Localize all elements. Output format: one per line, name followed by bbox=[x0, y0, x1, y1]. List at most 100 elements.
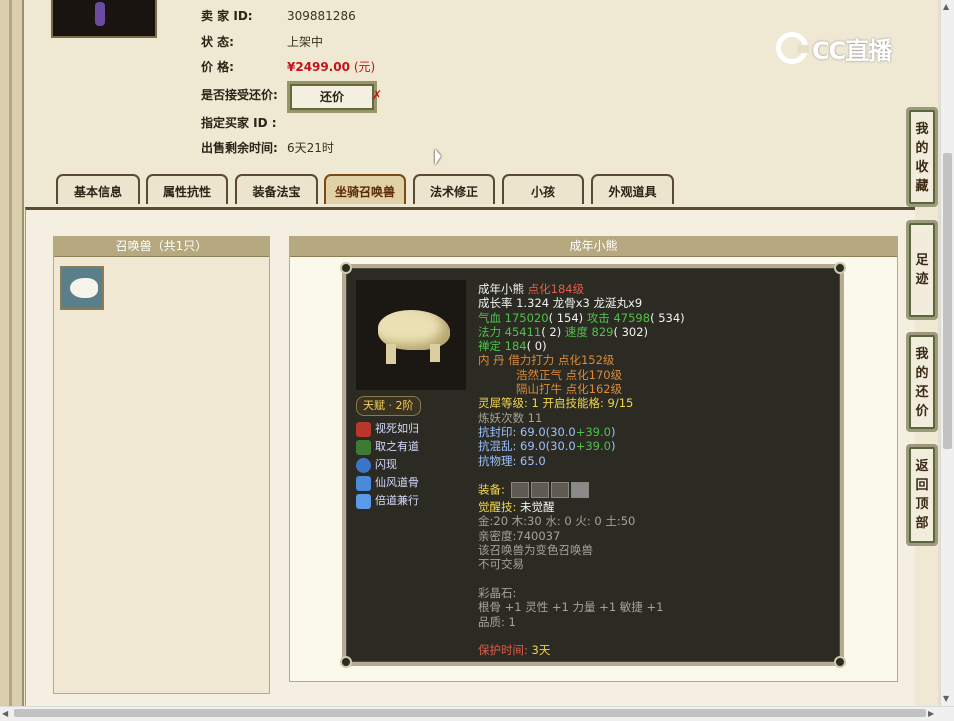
remaining-time-label: 出售剩余时间: bbox=[201, 141, 278, 155]
footprints-button[interactable]: 足迹 bbox=[906, 220, 938, 320]
gem-title: 彩晶石: bbox=[478, 585, 517, 600]
skill-name: 视死如归 bbox=[375, 422, 419, 435]
atk-value: 47598 bbox=[613, 310, 651, 325]
awaken-label: 觉醒技: bbox=[478, 500, 517, 515]
equip-slot-ornament[interactable] bbox=[570, 482, 589, 499]
tab-child[interactable]: 小孩 bbox=[502, 174, 584, 204]
card-corner-ornament bbox=[834, 656, 846, 668]
summons-list-panel: 召唤兽（共1只） bbox=[53, 236, 270, 694]
skill-name: 仙风道骨 bbox=[375, 476, 419, 489]
gem-quality: 品质: 1 bbox=[478, 614, 516, 629]
tab-equipment[interactable]: 装备法宝 bbox=[235, 174, 318, 204]
designated-buyer-row: 指定买家 ID : bbox=[201, 113, 287, 133]
resist-chaos-label: 抗混乱: bbox=[478, 439, 517, 454]
scroll-down-arrow-icon[interactable]: ▼ bbox=[943, 694, 949, 703]
spd-label: 速度 bbox=[564, 324, 588, 339]
back-to-top-button[interactable]: 返回顶部 bbox=[906, 444, 938, 546]
skill-icon bbox=[356, 421, 371, 437]
tab-basic-info[interactable]: 基本信息 bbox=[56, 174, 140, 204]
skill-item[interactable]: 取之有道 bbox=[356, 438, 419, 456]
protect-value: 3天 bbox=[531, 643, 551, 658]
tab-spell-correction[interactable]: 法术修正 bbox=[413, 174, 495, 204]
skill-name: 闪现 bbox=[375, 458, 397, 471]
remaining-time-row: 出售剩余时间: 6天21时 bbox=[201, 138, 334, 158]
neidan-label: 内 丹 bbox=[478, 353, 505, 368]
skill-item[interactable]: 倍道兼行 bbox=[356, 492, 419, 510]
price-row: 价 格: ¥2499.00 (元) bbox=[201, 57, 375, 77]
neidan-skill: 借力打力 点化152级 bbox=[508, 353, 615, 368]
character-thumbnail bbox=[51, 0, 157, 38]
cc-logo-icon bbox=[776, 32, 809, 64]
scroll-right-arrow-icon[interactable]: ▶ bbox=[928, 709, 934, 718]
pet-info-card: 天赋 · 2阶 视死如归 取之有道 闪现 仙风道骨 倍道兼行 成年小熊 点化18… bbox=[340, 262, 846, 668]
seller-id-label: 卖 家 ID: bbox=[201, 9, 253, 23]
zen-value: 184 bbox=[504, 339, 527, 354]
spd-extra: ( 302) bbox=[613, 324, 649, 339]
skill-item[interactable]: 仙风道骨 bbox=[356, 474, 419, 492]
status-value: 上架中 bbox=[287, 35, 324, 49]
status-label: 状 态: bbox=[201, 35, 234, 49]
atk-label: 攻击 bbox=[586, 310, 610, 325]
resist-physical: 抗物理: 65.0 bbox=[478, 453, 546, 468]
pet-detail-title: 成年小熊 bbox=[290, 237, 897, 257]
atk-extra: ( 534) bbox=[650, 310, 685, 325]
price-label: 价 格: bbox=[201, 60, 234, 74]
equip-slot[interactable] bbox=[530, 482, 549, 499]
zen-label: 禅定 bbox=[478, 339, 501, 354]
summons-list-title: 召唤兽（共1只） bbox=[54, 237, 269, 257]
mouse-cursor-icon bbox=[435, 149, 441, 165]
skill-icon bbox=[356, 439, 371, 455]
seller-id-value: 309881286 bbox=[287, 9, 356, 23]
cc-live-logo: CC直播 bbox=[776, 28, 892, 68]
counter-offer-row: 是否接受还价: bbox=[201, 85, 287, 105]
pet-name: 成年小熊 bbox=[478, 282, 524, 296]
designated-buyer-label: 指定买家 ID : bbox=[201, 116, 277, 130]
zen-extra: ( 0) bbox=[526, 339, 547, 354]
my-counter-offers-button[interactable]: 我的还价 bbox=[906, 332, 938, 432]
card-corner-ornament bbox=[834, 262, 846, 274]
talent-badge: 天赋 · 2阶 bbox=[356, 396, 421, 416]
counter-offer-button[interactable]: 还价 bbox=[287, 81, 377, 113]
spirit-level: 灵犀等级: 1 开启技能格: 9/15 bbox=[478, 396, 634, 411]
pet-growth: 成长率 1.324 龙骨x3 龙涎丸x9 bbox=[478, 296, 643, 311]
scroll-up-arrow-icon[interactable]: ▲ bbox=[943, 2, 949, 11]
seller-id-row: 卖 家 ID: 309881286 bbox=[201, 6, 356, 26]
card-corner-ornament bbox=[340, 656, 352, 668]
hp-label: 气血 bbox=[478, 310, 501, 325]
scroll-left-arrow-icon[interactable]: ◀ bbox=[2, 709, 8, 718]
pet-thumbnail-polar-bear[interactable] bbox=[60, 266, 104, 310]
skill-name: 取之有道 bbox=[375, 440, 419, 453]
gem-stats: 根骨 +1 灵性 +1 力量 +1 敏捷 +1 bbox=[478, 600, 664, 615]
status-row: 状 态: 上架中 bbox=[201, 32, 323, 52]
resist-chaos-value: 69.0(30.0 bbox=[516, 439, 576, 454]
equip-label: 装备: bbox=[478, 482, 505, 497]
neidan-skill: 浩然正气 点化170级 bbox=[516, 367, 623, 382]
resist-seal-bonus: +39.0 bbox=[575, 424, 611, 439]
pet-intimacy: 亲密度:740037 bbox=[478, 528, 561, 543]
horizontal-scrollbar-thumb[interactable] bbox=[14, 709, 926, 717]
logo-text: CC直播 bbox=[812, 36, 892, 65]
skill-item[interactable]: 闪现 bbox=[356, 456, 397, 474]
tab-mounts-summons[interactable]: 坐骑召唤兽 bbox=[324, 174, 406, 204]
spd-value: 829 bbox=[591, 324, 614, 339]
mp-extra: ( 2) bbox=[541, 324, 562, 339]
vertical-scrollbar-thumb[interactable] bbox=[943, 153, 952, 449]
my-favorites-button[interactable]: 我的收藏 bbox=[906, 107, 938, 207]
refine-count: 炼妖次数 11 bbox=[478, 410, 543, 425]
skill-item[interactable]: 视死如归 bbox=[356, 420, 419, 438]
left-frame-border bbox=[0, 0, 24, 720]
pet-stats: 成年小熊 点化184级 成长率 1.324 龙骨x3 龙涎丸x9 气血 1750… bbox=[478, 282, 838, 657]
hp-extra: ( 154) bbox=[548, 310, 584, 325]
hp-value: 175020 bbox=[504, 310, 549, 325]
tab-attributes[interactable]: 属性抗性 bbox=[146, 174, 228, 204]
mp-label: 法力 bbox=[478, 324, 501, 339]
counter-reject-icon: ✗ bbox=[372, 88, 383, 102]
tab-appearance-items[interactable]: 外观道具 bbox=[591, 174, 674, 204]
skill-icon bbox=[356, 493, 371, 509]
resist-seal-value: 69.0(30.0 bbox=[516, 424, 576, 439]
equip-slot[interactable] bbox=[510, 482, 529, 499]
resist-chaos-close: ) bbox=[610, 439, 616, 454]
counter-offer-label: 是否接受还价: bbox=[201, 88, 278, 102]
resist-chaos-bonus: +39.0 bbox=[575, 439, 611, 454]
equip-slot[interactable] bbox=[550, 482, 569, 499]
